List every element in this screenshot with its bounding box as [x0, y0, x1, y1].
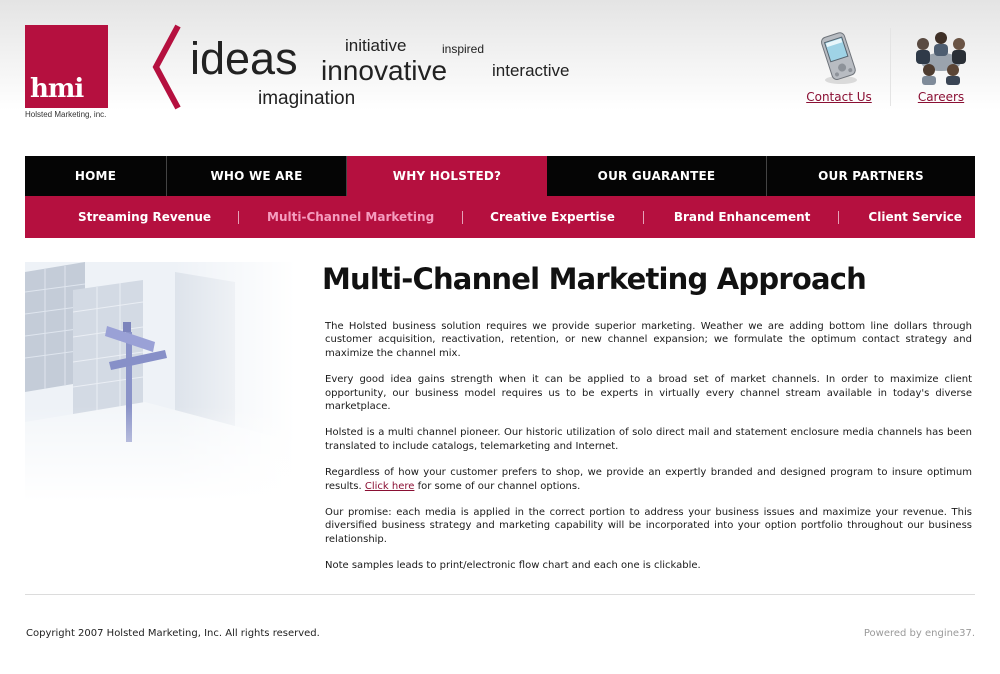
hmi-logo[interactable]: hmi — [25, 25, 108, 108]
content-paragraph: Every good idea gains strength when it c… — [325, 374, 972, 413]
subnav-brand-enhancement[interactable]: Brand Enhancement — [674, 210, 811, 224]
header-divider — [890, 28, 891, 106]
subnav-client-service[interactable]: Client Service — [868, 210, 962, 224]
meeting-people-icon[interactable] — [909, 30, 973, 86]
nav-tab-our-partners[interactable]: OUR PARTNERS — [767, 156, 975, 196]
careers-link[interactable]: Careers — [906, 90, 976, 104]
main-nav: HOME WHO WE ARE WHY HOLSTED? OUR GUARANT… — [25, 156, 975, 196]
subnav-streaming-revenue[interactable]: Streaming Revenue — [78, 210, 211, 224]
pda-handheld-icon[interactable] — [817, 30, 861, 86]
tagline-initiative: initiative — [345, 36, 407, 55]
contact-us-block[interactable]: Contact Us — [806, 30, 872, 104]
content-paragraph: Regardless of how your customer prefers … — [325, 466, 972, 493]
sub-nav: Streaming Revenue Multi-Channel Marketin… — [25, 196, 975, 238]
main-content: The Holsted business solution requires w… — [325, 320, 972, 586]
subnav-multi-channel-marketing[interactable]: Multi-Channel Marketing — [267, 210, 434, 224]
click-here-link[interactable]: Click here — [365, 481, 415, 492]
subnav-divider — [838, 210, 840, 224]
nav-tab-who-we-are[interactable]: WHO WE ARE — [167, 156, 347, 196]
copyright-text: Copyright 2007 Holsted Marketing, Inc. A… — [26, 628, 320, 639]
crossroads-signpost-illustration — [25, 262, 295, 502]
content-paragraph: The Holsted business solution requires w… — [325, 321, 972, 359]
logo-text: hmi — [30, 74, 84, 104]
nav-tab-why-holsted[interactable]: WHY HOLSTED? — [347, 156, 547, 196]
subnav-creative-expertise[interactable]: Creative Expertise — [490, 210, 615, 224]
powered-by-text: Powered by engine37. — [863, 628, 975, 639]
logo-caption: Holsted Marketing, inc. — [25, 110, 107, 119]
careers-block[interactable]: Careers — [906, 30, 976, 104]
content-paragraph: Our promise: each media is applied in th… — [325, 507, 972, 545]
tagline-innovative: innovative — [321, 55, 448, 86]
tagline-imagination: imagination — [258, 88, 356, 109]
tagline-inspired: inspired — [442, 42, 485, 56]
paragraph-text: for some of our channel options. — [417, 480, 581, 492]
subnav-divider — [238, 210, 240, 224]
chevron-bracket-icon — [152, 24, 181, 110]
subnav-divider — [462, 210, 464, 224]
footer-divider — [25, 594, 975, 595]
page-title: Multi-Channel Marketing Approach — [322, 262, 867, 296]
nav-tab-our-guarantee[interactable]: OUR GUARANTEE — [547, 156, 767, 196]
contact-us-link[interactable]: Contact Us — [806, 90, 872, 104]
subnav-divider — [642, 210, 644, 224]
nav-tab-home[interactable]: HOME — [25, 156, 167, 196]
tagline-interactive: interactive — [492, 61, 570, 80]
content-paragraph: Holsted is a multi channel pioneer. Our … — [325, 427, 972, 452]
content-paragraph: Note samples leads to print/electronic f… — [325, 560, 701, 572]
tagline-ideas: ideas — [190, 33, 298, 84]
